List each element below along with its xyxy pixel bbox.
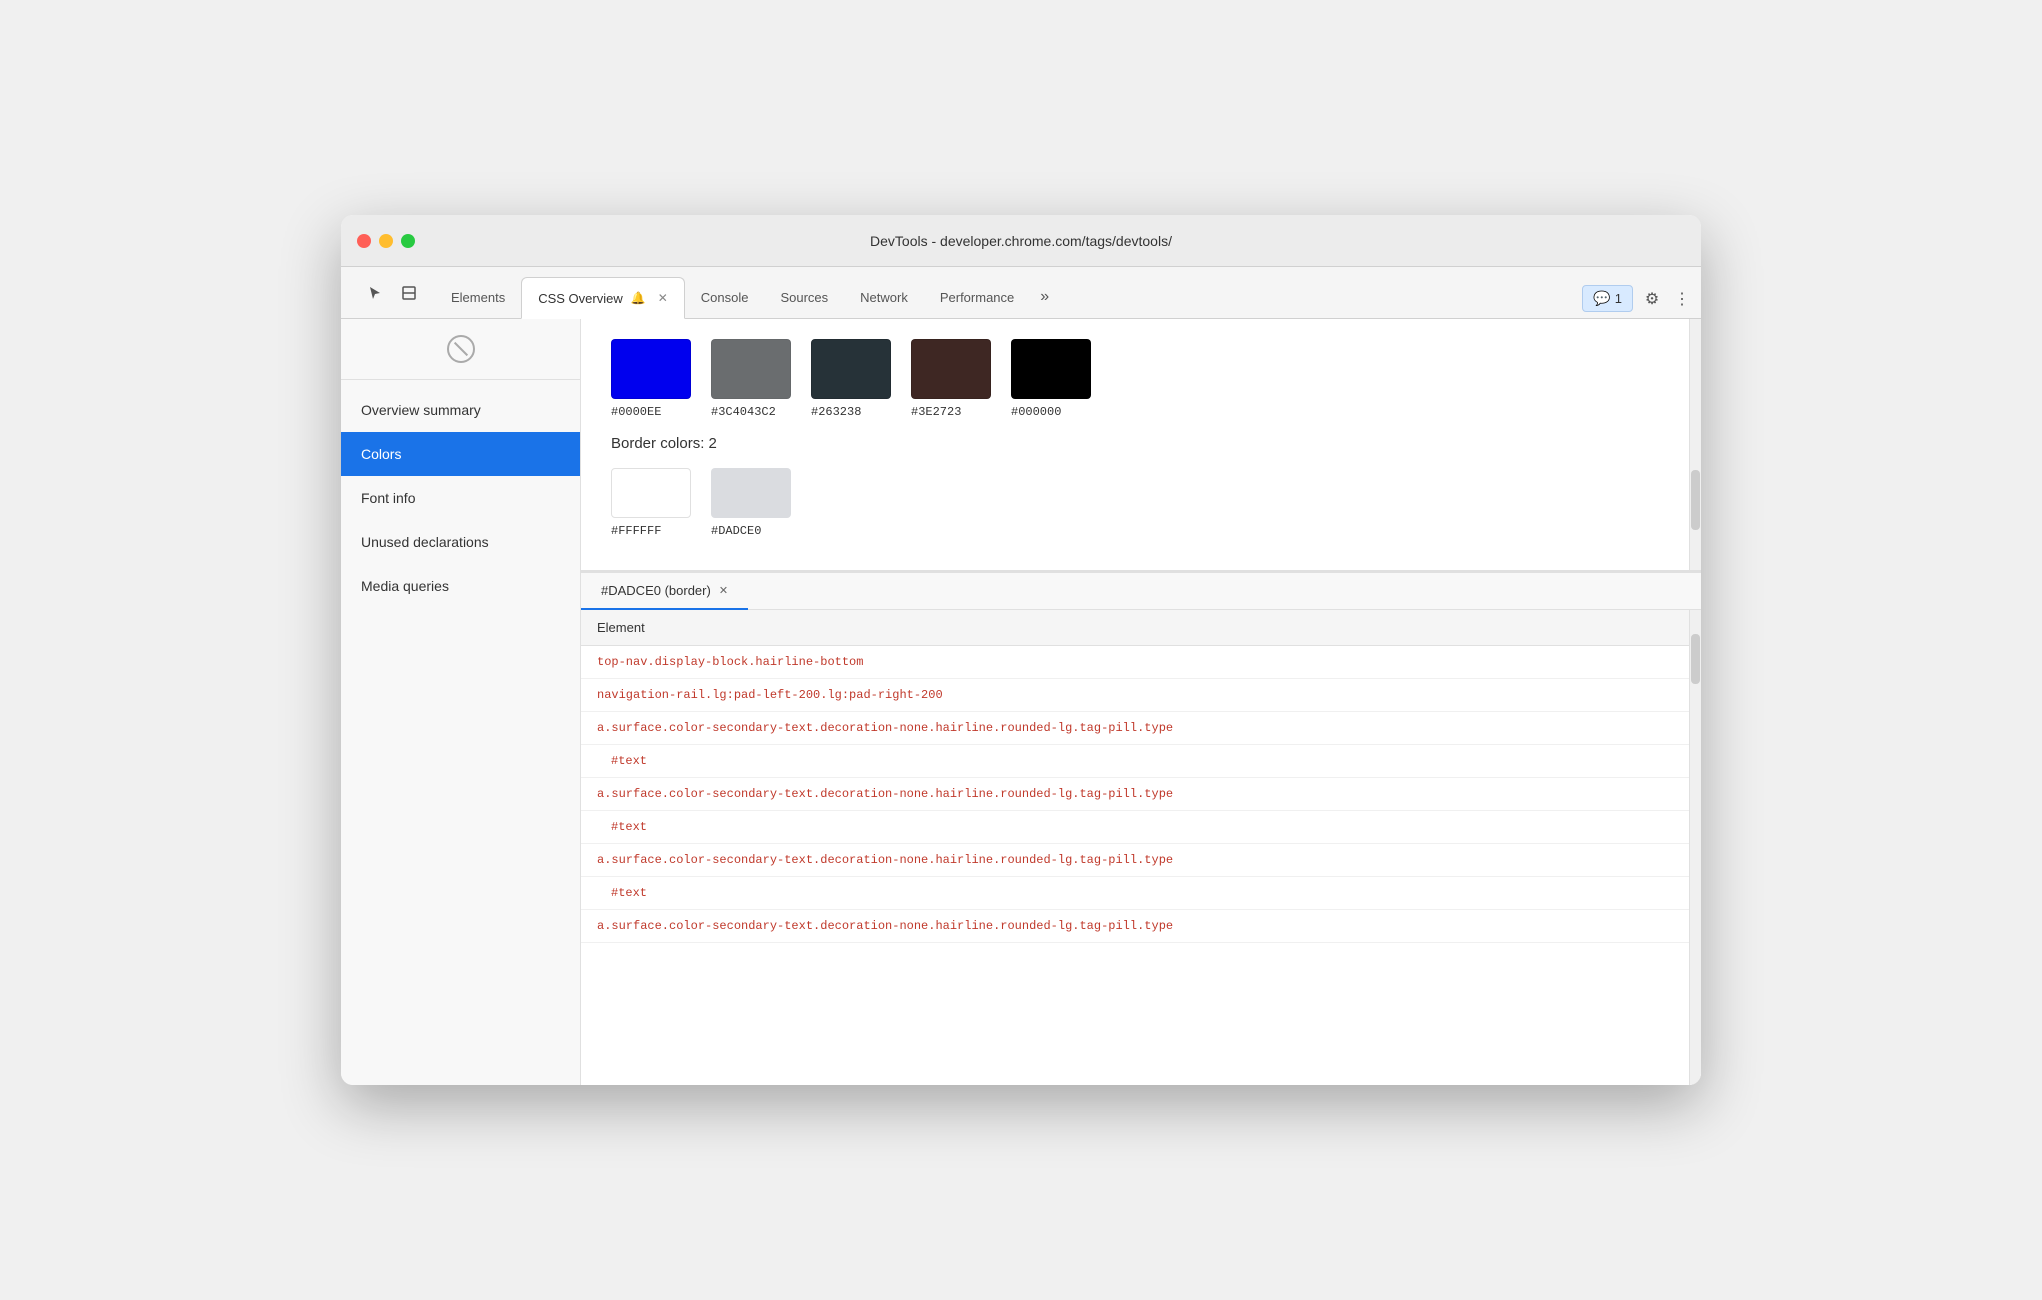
- color-label-ffffff: #FFFFFF: [611, 524, 661, 538]
- table-row-text[interactable]: #text: [581, 811, 1689, 844]
- color-swatch-3c4043[interactable]: [711, 339, 791, 399]
- sidebar-item-unused-declarations[interactable]: Unused declarations: [341, 520, 580, 564]
- sidebar: Overview summary Colors Font info Unused…: [341, 319, 581, 1085]
- color-swatch-263238[interactable]: [811, 339, 891, 399]
- color-label-3c4043: #3C4043C2: [711, 405, 776, 419]
- table-row[interactable]: a.surface.color-secondary-text.decoratio…: [581, 778, 1689, 811]
- color-label-0000ee: #0000EE: [611, 405, 661, 419]
- color-swatch-dadce0[interactable]: [711, 468, 791, 518]
- sidebar-item-media-queries[interactable]: Media queries: [341, 564, 580, 608]
- element-panel: #DADCE0 (border) ✕ Element top-nav.displ…: [581, 571, 1701, 1085]
- no-entry-icon: [447, 335, 475, 363]
- close-tab-icon[interactable]: ✕: [658, 291, 668, 305]
- tab-css-overview[interactable]: CSS Overview 🔔 ✕: [521, 277, 685, 319]
- dock-icon[interactable]: [395, 279, 423, 307]
- color-label-dadce0: #DADCE0: [711, 524, 761, 538]
- tab-performance-label: Performance: [940, 290, 1014, 305]
- close-button[interactable]: [357, 234, 371, 248]
- color-swatch-3e2723[interactable]: [911, 339, 991, 399]
- tab-network-label: Network: [860, 290, 908, 305]
- element-tab-label: #DADCE0 (border): [601, 583, 711, 598]
- table-row[interactable]: a.surface.color-secondary-text.decoratio…: [581, 712, 1689, 745]
- main-content: Overview summary Colors Font info Unused…: [341, 319, 1701, 1085]
- minimize-button[interactable]: [379, 234, 393, 248]
- element-table-header: Element: [581, 610, 1689, 646]
- sidebar-item-media-queries-label: Media queries: [361, 578, 449, 594]
- devtools-window: DevTools - developer.chrome.com/tags/dev…: [341, 215, 1701, 1085]
- table-row-text[interactable]: #text: [581, 745, 1689, 778]
- color-item-ffffff[interactable]: #FFFFFF: [611, 468, 691, 538]
- color-label-3e2723: #3E2723: [911, 405, 961, 419]
- tab-performance[interactable]: Performance: [924, 276, 1030, 318]
- tab-elements[interactable]: Elements: [435, 276, 521, 318]
- maximize-button[interactable]: [401, 234, 415, 248]
- chat-icon: 💬: [1593, 290, 1610, 307]
- element-tab-close-icon[interactable]: ✕: [719, 584, 728, 597]
- element-table: Element top-nav.display-block.hairline-b…: [581, 610, 1689, 1085]
- color-item-dadce0[interactable]: #DADCE0: [711, 468, 791, 538]
- traffic-lights: [357, 234, 415, 248]
- border-color-row: #FFFFFF #DADCE0: [611, 468, 1659, 538]
- sidebar-item-overview-label: Overview summary: [361, 402, 481, 418]
- table-row-text[interactable]: #text: [581, 877, 1689, 910]
- tab-network[interactable]: Network: [844, 276, 924, 318]
- feedback-badge: 1: [1615, 291, 1622, 306]
- table-row[interactable]: navigation-rail.lg:pad-left-200.lg:pad-r…: [581, 679, 1689, 712]
- window-title: DevTools - developer.chrome.com/tags/dev…: [870, 233, 1172, 249]
- color-item-3c4043[interactable]: #3C4043C2: [711, 339, 791, 419]
- feedback-button[interactable]: 💬 1: [1582, 285, 1633, 312]
- border-colors-title: Border colors: 2: [611, 435, 1659, 452]
- table-row[interactable]: top-nav.display-block.hairline-bottom: [581, 646, 1689, 679]
- sidebar-item-colors-label: Colors: [361, 446, 401, 462]
- more-tabs-button[interactable]: »: [1030, 276, 1059, 318]
- element-table-scrollbar[interactable]: [1689, 610, 1701, 1085]
- sidebar-item-unused-declarations-label: Unused declarations: [361, 534, 489, 550]
- sidebar-item-font-info[interactable]: Font info: [341, 476, 580, 520]
- tab-right-actions: 💬 1 ⚙ ⋮: [1582, 285, 1693, 318]
- color-label-263238: #263238: [811, 405, 861, 419]
- sidebar-item-colors[interactable]: Colors: [341, 432, 580, 476]
- tabbar: Elements CSS Overview 🔔 ✕ Console Source…: [341, 267, 1701, 319]
- sidebar-nav: Overview summary Colors Font info Unused…: [341, 380, 580, 1085]
- cursor-icon[interactable]: [361, 279, 389, 307]
- settings-icon[interactable]: ⚙: [1641, 288, 1663, 310]
- sidebar-blocked-icon: [341, 319, 580, 380]
- tab-sources-label: Sources: [780, 290, 828, 305]
- more-options-icon[interactable]: ⋮: [1671, 288, 1693, 310]
- element-tab-dadce0[interactable]: #DADCE0 (border) ✕: [581, 573, 748, 610]
- color-item-3e2723[interactable]: #3E2723: [911, 339, 991, 419]
- table-row[interactable]: a.surface.color-secondary-text.decoratio…: [581, 844, 1689, 877]
- color-item-0000ee[interactable]: #0000EE: [611, 339, 691, 419]
- element-tabs: #DADCE0 (border) ✕: [581, 573, 1701, 610]
- tab-console[interactable]: Console: [685, 276, 765, 318]
- tab-icon-group: [349, 267, 435, 318]
- tab-elements-label: Elements: [451, 290, 505, 305]
- color-swatch-0000ee[interactable]: [611, 339, 691, 399]
- tab-css-overview-label: CSS Overview: [538, 291, 623, 306]
- titlebar: DevTools - developer.chrome.com/tags/dev…: [341, 215, 1701, 267]
- color-label-000000: #000000: [1011, 405, 1061, 419]
- colors-scrollbar[interactable]: [1689, 319, 1701, 570]
- background-color-row: #0000EE #3C4043C2 #263238 #3E2723: [611, 339, 1659, 419]
- color-swatch-ffffff[interactable]: [611, 468, 691, 518]
- tab-console-label: Console: [701, 290, 749, 305]
- table-row[interactable]: a.surface.color-secondary-text.decoratio…: [581, 910, 1689, 943]
- bell-icon: 🔔: [631, 291, 646, 305]
- sidebar-item-font-info-label: Font info: [361, 490, 415, 506]
- color-item-000000[interactable]: #000000: [1011, 339, 1091, 419]
- color-item-263238[interactable]: #263238: [811, 339, 891, 419]
- tab-sources[interactable]: Sources: [764, 276, 844, 318]
- color-swatch-000000[interactable]: [1011, 339, 1091, 399]
- sidebar-item-overview[interactable]: Overview summary: [341, 388, 580, 432]
